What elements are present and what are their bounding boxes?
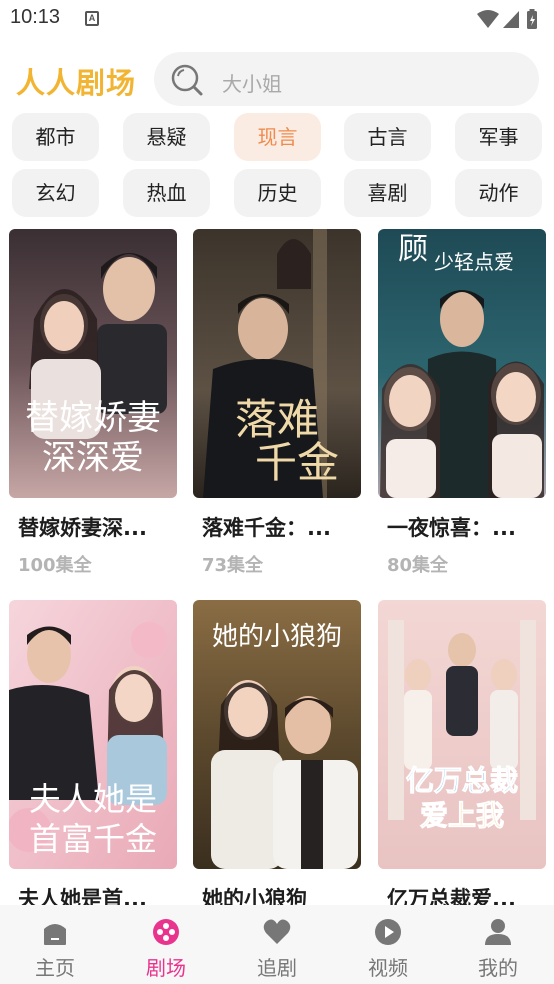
drama-grid: 替嫁娇妻 深深爱 替嫁娇妻深... 100集全 落难 千金 落难千金：... 7… [0,229,554,905]
poster-title-line: 亿万总裁 [406,764,518,797]
search-icon [171,64,203,96]
nav-theater[interactable]: 剧场 [111,905,221,984]
drama-poster[interactable]: 夫人她是 首富千金 [9,600,177,869]
heart-icon [263,919,291,944]
category-junshi[interactable]: 军事 [455,113,542,161]
poster-title-line: 首富千金 [29,820,157,858]
category-dongzuo[interactable]: 动作 [455,169,542,217]
drama-poster[interactable]: 顾 少轻点爱 [378,229,546,498]
poster-title-line: 她的小狼狗 [212,622,342,652]
category-xianyan[interactable]: 现言 [234,113,321,161]
drama-poster[interactable]: 替嫁娇妻 深深爱 [9,229,177,498]
home-icon [44,924,66,945]
drama-title: 替嫁娇妻深... [18,516,147,540]
nav-label: 视频 [368,956,408,980]
category-rexue[interactable]: 热血 [123,169,210,217]
header: 人人剧场 大小姐 [0,50,554,108]
category-xiju[interactable]: 喜剧 [344,169,431,217]
drama-poster[interactable]: 亿万总裁 爱上我 [378,600,546,869]
drama-poster[interactable]: 落难 千金 [193,229,361,498]
play-icon [375,919,401,945]
drama-title: 她的小狼狗 [202,887,307,905]
cellular-icon [503,11,519,28]
bottom-nav: 主页 剧场 追剧 视频 我的 [0,905,554,984]
app-title: 人人剧场 [16,66,137,100]
drama-title: 落难千金：... [202,516,331,540]
app-screen: 10:13 A 人人剧场 大小姐 都市 悬疑 现言 古言 军事 玄幻 热血 历史… [0,0,554,984]
category-xuanyi[interactable]: 悬疑 [123,113,210,161]
nav-label: 剧场 [146,956,186,980]
status-time: 10:13 [10,6,61,28]
poster-title-line: 深深爱 [42,438,144,478]
category-guyan[interactable]: 古言 [344,113,431,161]
signal-battery-icons [477,9,537,29]
category-xuanhuan[interactable]: 玄幻 [12,169,99,217]
category-lishi[interactable]: 历史 [234,169,321,217]
nav-label: 主页 [35,956,75,980]
wifi-icon [477,10,499,28]
drama-title: 夫人她是首... [18,887,147,905]
poster-title-line: 替嫁娇妻 [25,398,161,438]
notification-icon: A [85,11,99,26]
poster-title-line: 夫人她是 [29,780,157,818]
drama-title: 亿万总裁爱... [387,887,516,905]
drama-episodes: 80集全 [387,555,449,576]
nav-profile[interactable]: 我的 [443,905,553,984]
nav-home[interactable]: 主页 [0,905,110,984]
nav-label: 我的 [478,956,518,980]
nav-video[interactable]: 视频 [333,905,443,984]
search-input[interactable]: 大小姐 [154,52,539,106]
poster-title-line: 顾 [398,232,428,267]
nav-label: 追剧 [257,956,297,980]
nav-follow[interactable]: 追剧 [222,905,332,984]
search-placeholder: 大小姐 [222,72,282,96]
category-dushi[interactable]: 都市 [12,113,99,161]
drama-episodes: 73集全 [202,555,264,576]
drama-poster[interactable]: 她的小狼狗 [193,600,361,869]
poster-title-line: 千金 [255,438,339,487]
profile-icon [485,919,511,945]
poster-title-line: 爱上我 [420,799,504,832]
status-bar: 10:13 A [0,0,554,38]
drama-title: 一夜惊喜：... [387,516,516,540]
poster-title-line: 少轻点爱 [434,250,514,274]
poster-title-line: 落难 [235,395,319,444]
theater-icon [153,919,179,945]
drama-episodes: 100集全 [18,555,92,576]
